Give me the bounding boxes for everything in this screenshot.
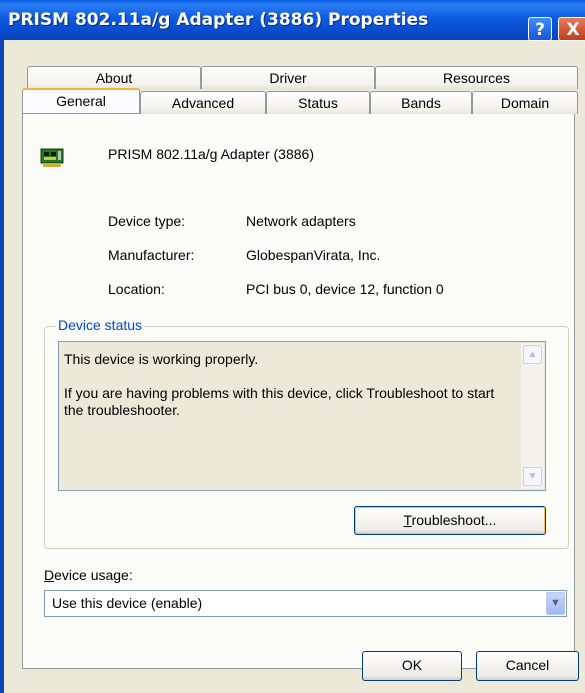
help-icon: ?: [535, 20, 545, 40]
properties-dialog: PRISM 802.11a/g Adapter (3886) Propertie…: [0, 0, 585, 693]
troubleshoot-label: roubleshoot...: [411, 512, 497, 528]
manufacturer-label: Manufacturer:: [108, 247, 195, 263]
tab-label: Resources: [443, 70, 510, 86]
tab-label: Domain: [500, 95, 550, 111]
tab-label: Driver: [269, 70, 307, 86]
scroll-down-icon[interactable]: ▼: [523, 467, 542, 486]
tab-label: Advanced: [171, 95, 235, 111]
ok-button[interactable]: OK: [362, 651, 462, 681]
device-usage-label: Device usage:: [44, 567, 133, 583]
device-status-text: This device is working properly. If you …: [64, 351, 514, 419]
title-bar[interactable]: PRISM 802.11a/g Adapter (3886) Propertie…: [0, 0, 585, 41]
tab-status[interactable]: Status: [266, 91, 370, 114]
tab-advanced[interactable]: Advanced: [140, 91, 266, 114]
network-adapter-card-icon: [40, 148, 64, 167]
tab-driver[interactable]: Driver: [201, 66, 375, 89]
status-line-2: If you are having problems with this dev…: [64, 385, 495, 418]
tab-domain[interactable]: Domain: [472, 91, 578, 114]
close-icon: X: [566, 20, 580, 40]
device-type-label: Device type:: [108, 213, 186, 229]
tab-label: General: [56, 93, 106, 109]
device-type-value: Network adapters: [246, 213, 356, 229]
location-value: PCI bus 0, device 12, function 0: [246, 281, 444, 297]
tab-bands[interactable]: Bands: [370, 91, 472, 114]
tab-resources[interactable]: Resources: [375, 66, 578, 89]
troubleshoot-mnemonic: T: [403, 512, 412, 528]
close-button[interactable]: X: [558, 17, 585, 41]
manufacturer-value: GlobespanVirata, Inc.: [246, 247, 381, 263]
device-name: PRISM 802.11a/g Adapter (3886): [108, 146, 314, 162]
scroll-up-icon[interactable]: ▲: [523, 345, 542, 364]
window-frame-left: [0, 40, 4, 693]
window-title: PRISM 802.11a/g Adapter (3886) Propertie…: [8, 10, 429, 30]
device-usage-mnemonic: D: [44, 567, 55, 583]
location-label: Location:: [108, 281, 165, 297]
status-scrollbar[interactable]: ▲ ▼: [521, 343, 544, 489]
device-usage-label-text: evice usage:: [54, 567, 133, 583]
cancel-button[interactable]: Cancel: [476, 651, 579, 681]
tab-label: Status: [298, 95, 338, 111]
tab-label: About: [95, 70, 133, 86]
device-usage-selected: Use this device (enable): [52, 595, 203, 611]
status-line-1: This device is working properly.: [64, 351, 259, 367]
troubleshoot-button[interactable]: Troubleshoot...: [354, 506, 546, 535]
help-button[interactable]: ?: [528, 17, 552, 41]
tab-about[interactable]: About: [27, 66, 201, 89]
chevron-down-icon[interactable]: ▼: [546, 592, 565, 615]
tab-label: Bands: [401, 95, 441, 111]
tab-general[interactable]: General: [22, 88, 140, 113]
device-status-title: Device status: [56, 317, 145, 333]
